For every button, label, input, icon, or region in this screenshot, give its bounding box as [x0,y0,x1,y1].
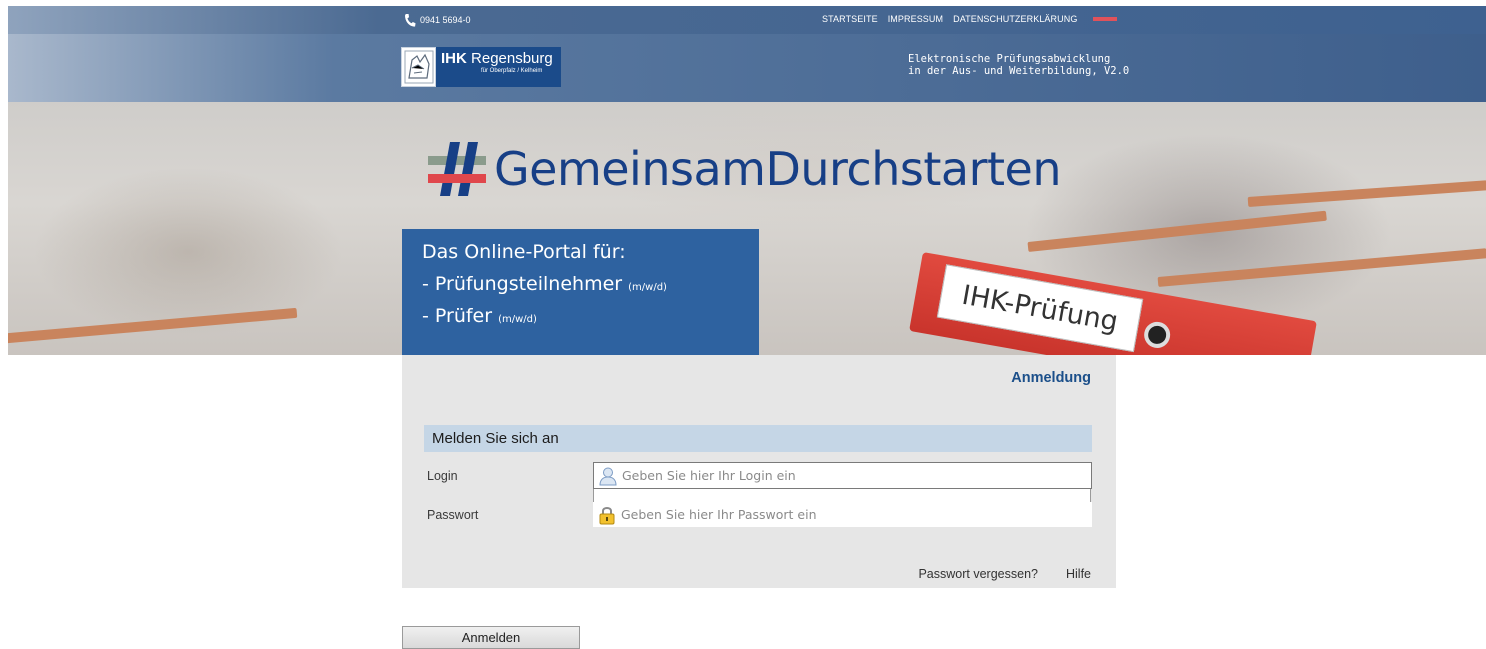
password-label: Passwort [427,508,479,522]
portal-line2-note: (m/w/d) [628,282,667,293]
logo-subtitle: für Oberpfalz / Kelheim [481,68,543,74]
login-button[interactable]: Anmelden [402,626,580,649]
desk-decoration [1157,248,1486,287]
portal-line2-text: - Prüfungsteilnehmer [422,273,623,295]
portal-line2: - Prüfungsteilnehmer (m/w/d) [422,273,759,295]
portal-line3: - Prüfer (m/w/d) [422,305,759,327]
headline-text: GemeinsamDurchstarten [494,142,1061,196]
desk-decoration [1247,180,1486,207]
tagline-line1: Elektronische Prüfungsabwicklung [908,53,1111,65]
login-field[interactable] [593,462,1092,489]
phone-icon [405,13,416,27]
logo-city: Regensburg [471,50,553,67]
user-icon [599,467,617,485]
hero-banner: GemeinsamDurchstarten Das Online-Portal … [8,102,1486,355]
tagline-line2: in der Aus- und Weiterbildung, V2.0 [908,65,1130,77]
help-links: Passwort vergessen? Hilfe [918,567,1091,581]
login-label: Login [427,469,458,483]
portal-info-box: Das Online-Portal für: - Prüfungsteilneh… [402,229,759,355]
nav-datenschutz[interactable]: DATENSCHUTZERKLÄRUNG [953,14,1077,24]
portal-line3-text: - Prüfer [422,305,493,327]
password-field[interactable] [593,502,1092,527]
panel-title: Anmeldung [1011,370,1091,386]
portal-line3-note: (m/w/d) [498,314,537,325]
password-input[interactable] [621,507,1092,522]
lock-icon [599,506,615,524]
section-header: Melden Sie sich an [424,425,1092,452]
portal-tagline: Elektronische Prüfungsabwicklung in der … [908,53,1129,77]
phone-number: 0941 5694-0 [420,15,471,25]
nav-impressum[interactable]: IMPRESSUM [888,14,943,24]
desk-decoration [1027,210,1327,252]
accent-bar [1093,17,1118,21]
help-link[interactable]: Hilfe [1066,567,1091,581]
login-panel: Anmeldung Melden Sie sich an Login Passw… [402,355,1116,588]
desk-decoration [8,307,298,344]
hashtag-icon [428,142,486,196]
lion-seal-icon [401,47,436,87]
top-navigation: STARTSEITE IMPRESSUM DATENSCHUTZERKLÄRUN… [822,14,1118,24]
ihk-logo[interactable]: IHK Regensburg für Oberpfalz / Kelheim [401,47,561,87]
logo-ihk: IHK [441,50,467,67]
portal-line1: Das Online-Portal für: [422,241,626,263]
nav-startseite[interactable]: STARTSEITE [822,14,878,24]
login-input[interactable] [622,468,1091,483]
header: IHK Regensburg für Oberpfalz / Kelheim E… [8,34,1486,102]
forgot-password-link[interactable]: Passwort vergessen? [918,567,1038,581]
logo-wordmark: IHK Regensburg für Oberpfalz / Kelheim [436,47,561,87]
top-bar: 0941 5694-0 STARTSEITE IMPRESSUM DATENSC… [8,6,1486,34]
phone-contact: 0941 5694-0 [403,12,471,28]
hero-headline: GemeinsamDurchstarten [428,142,1061,196]
